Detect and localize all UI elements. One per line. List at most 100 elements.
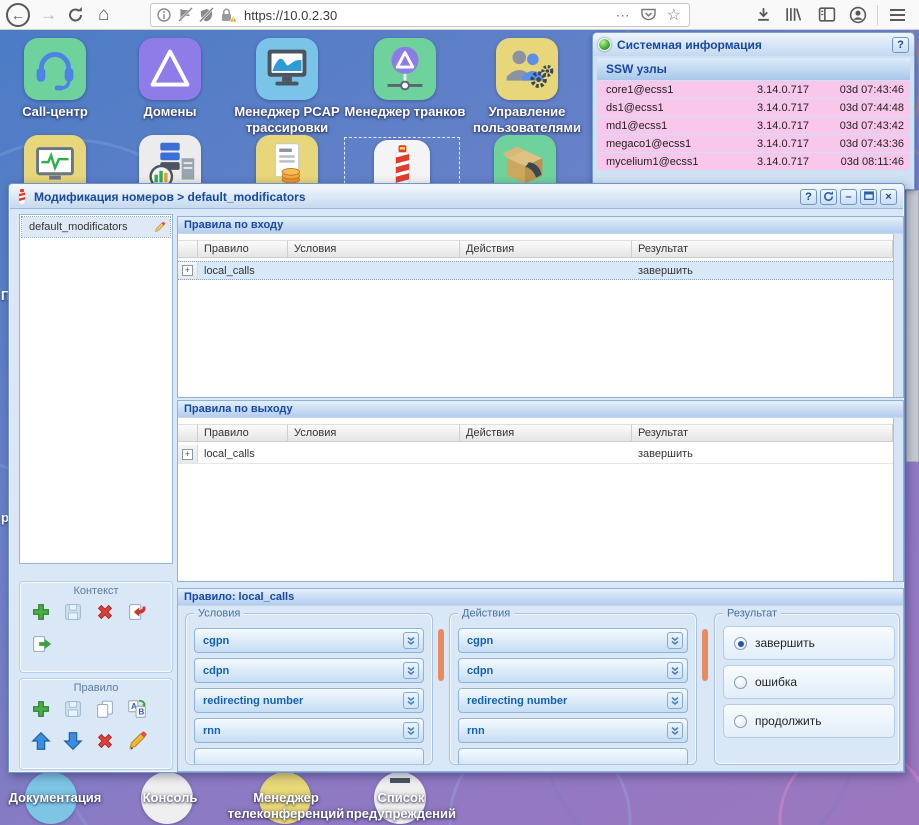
tracker-blocked-icon[interactable] <box>178 7 193 23</box>
move-up-button[interactable] <box>28 729 54 753</box>
reload-button[interactable] <box>68 0 84 40</box>
bookmark-star-button[interactable]: ☆ <box>667 5 681 25</box>
ssw-node-row[interactable]: ds1@ecss1 3.14.0.717 03d 07:44:48 <box>597 99 910 116</box>
col-actions[interactable]: Действия <box>460 424 632 442</box>
chevron-expand-icon[interactable] <box>403 722 419 739</box>
expand-row-button[interactable]: + <box>182 449 193 460</box>
result-option-1[interactable]: ошибка <box>723 665 895 699</box>
chevron-expand-icon[interactable] <box>667 662 683 679</box>
insecure-lock-warning-icon[interactable] <box>220 7 238 23</box>
url-text[interactable]: https://10.0.2.30 <box>244 8 337 23</box>
col-rule[interactable]: Правило <box>198 424 288 442</box>
import-context-button[interactable] <box>124 600 150 624</box>
add-rule-button[interactable] <box>28 697 54 721</box>
chevron-expand-icon[interactable] <box>667 722 683 739</box>
conditions-scrollbar-thumb[interactable] <box>438 629 444 681</box>
downloads-button[interactable] <box>755 6 772 23</box>
incoming-rule-row[interactable]: + local_calls завершить <box>178 261 893 280</box>
back-button[interactable]: ← <box>6 3 30 27</box>
condition-dropdown-cdpn[interactable]: cdpn <box>194 658 424 683</box>
condition-dropdown-redirecting[interactable]: redirecting number <box>194 688 424 713</box>
system-info-header[interactable]: Системная информация ? <box>593 33 914 56</box>
window-title: Модификация номеров > default_modificato… <box>34 190 306 204</box>
context-list-item[interactable]: default_modificators <box>22 217 170 237</box>
col-result[interactable]: Результат <box>632 424 893 442</box>
context-list[interactable]: default_modificators <box>19 214 173 564</box>
pocket-button[interactable] <box>640 8 657 22</box>
edit-rule-button[interactable] <box>124 729 150 753</box>
col-conditions[interactable]: Условия <box>288 424 460 442</box>
radio-icon <box>734 715 747 728</box>
menu-button[interactable] <box>890 6 905 24</box>
result-option-2[interactable]: продолжить <box>723 704 895 738</box>
delete-context-button[interactable] <box>92 600 118 624</box>
ssw-node-row[interactable]: core1@ecss1 3.14.0.717 03d 07:43:46 <box>597 81 910 98</box>
condition-dropdown-cgpn[interactable]: cgpn <box>194 628 424 653</box>
action-dropdown-cgpn[interactable]: cgpn <box>458 628 688 653</box>
col-actions[interactable]: Действия <box>460 240 632 258</box>
library-button[interactable] <box>784 6 802 23</box>
shield-blocked-icon[interactable] <box>199 7 214 23</box>
maximize-icon <box>863 190 875 201</box>
actions-scrollbar-thumb[interactable] <box>702 629 708 681</box>
move-down-button[interactable] <box>60 729 86 753</box>
col-conditions[interactable]: Условия <box>288 240 460 258</box>
export-context-button[interactable] <box>28 632 54 656</box>
app-pcap-manager[interactable]: Менеджер PCAP трассировки <box>256 38 357 136</box>
home-button[interactable]: ⌂ <box>98 0 109 30</box>
action-dropdown-redirecting[interactable]: redirecting number <box>458 688 688 713</box>
save-context-button[interactable] <box>60 600 86 624</box>
url-bar[interactable]: https://10.0.2.30 ⋯ ☆ <box>150 3 690 27</box>
site-info-icon[interactable] <box>157 7 172 23</box>
forward-button[interactable]: → <box>40 0 57 30</box>
window-refresh-button[interactable] <box>820 189 837 205</box>
condition-dropdown-partial[interactable] <box>194 748 424 764</box>
col-result[interactable]: Результат <box>632 240 893 258</box>
window-maximize-button[interactable] <box>860 189 877 205</box>
action-dropdown-rnn[interactable]: rnn <box>458 718 688 743</box>
edit-pencil-icon[interactable] <box>153 221 166 234</box>
rename-rule-button[interactable]: A B <box>124 697 150 721</box>
chevron-expand-icon[interactable] <box>403 632 419 649</box>
incoming-rules-colhead: Правило Условия Действия Результат <box>178 240 893 258</box>
context-toolbox-title: Контекст <box>20 582 172 597</box>
copy-rule-button[interactable] <box>92 697 118 721</box>
panel-scrollbar[interactable] <box>893 418 903 581</box>
action-dropdown-partial[interactable] <box>458 748 688 764</box>
app-alerts-label[interactable]: Список предупреждений <box>335 790 467 822</box>
sidebars-button[interactable] <box>818 6 836 23</box>
app-documentation-label[interactable]: Документация <box>0 790 120 806</box>
action-dropdown-cdpn[interactable]: cdpn <box>458 658 688 683</box>
window-help-button[interactable]: ? <box>800 189 817 205</box>
ssw-node-row[interactable]: mycelium1@ecss1 3.14.0.717 03d 08:11:46 <box>597 153 910 170</box>
window-minimize-button[interactable]: – <box>840 189 857 205</box>
chevron-expand-icon[interactable] <box>403 692 419 709</box>
panel-scrollbar[interactable] <box>893 234 903 397</box>
account-button[interactable] <box>849 6 867 24</box>
app-trunk-manager[interactable]: Менеджер транков <box>374 38 470 120</box>
expand-row-button[interactable]: + <box>182 265 193 276</box>
window-close-button[interactable]: × <box>880 189 897 205</box>
condition-dropdown-rnn[interactable]: rnn <box>194 718 424 743</box>
chevron-expand-icon[interactable] <box>403 662 419 679</box>
context-toolbox: Контекст <box>19 581 173 673</box>
screen: ← → ⌂ <box>0 0 919 825</box>
app-user-management[interactable]: Управление пользователями <box>496 38 597 136</box>
ssw-node-row[interactable]: md1@ecss1 3.14.0.717 03d 07:43:42 <box>597 117 910 134</box>
col-rule[interactable]: Правило <box>198 240 288 258</box>
window-titlebar[interactable]: Модификация номеров > default_modificato… <box>10 185 903 209</box>
ssw-node-row[interactable]: megaco1@ecss1 3.14.0.717 03d 07:43:36 <box>597 135 910 152</box>
rule-editor-title: Правило: local_calls <box>178 589 903 606</box>
result-option-0[interactable]: завершить <box>723 626 895 660</box>
save-rule-button[interactable] <box>60 697 86 721</box>
help-button[interactable]: ? <box>892 37 909 53</box>
page-actions-button[interactable]: ⋯ <box>616 7 630 24</box>
delete-rule-button[interactable] <box>92 729 118 753</box>
chevron-expand-icon[interactable] <box>667 632 683 649</box>
chevron-expand-icon[interactable] <box>667 692 683 709</box>
save-icon <box>62 601 84 623</box>
add-context-button[interactable] <box>28 600 54 624</box>
outgoing-rule-row[interactable]: + local_calls завершить <box>178 445 893 464</box>
refresh-icon <box>822 190 835 203</box>
page-scrollbar-thumb[interactable] <box>906 190 919 462</box>
